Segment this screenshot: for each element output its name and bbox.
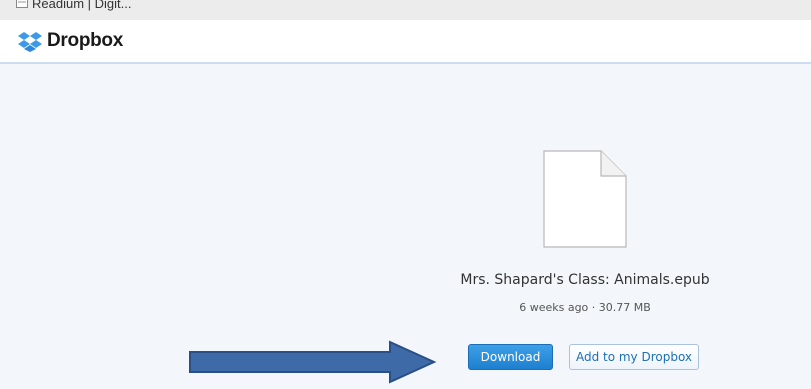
add-to-dropbox-button[interactable]: Add to my Dropbox [569, 344, 699, 370]
bookmark-label: Readium | Digit... [32, 0, 132, 11]
dropbox-logo-icon[interactable] [18, 32, 42, 52]
file-name: Mrs. Shapard's Class: Animals.epub [460, 272, 710, 288]
bookmarks-bar: Readium | Digit... [0, 0, 811, 21]
bookmark-page-icon [16, 0, 28, 8]
pointer-arrow-icon [189, 340, 437, 384]
bookmark-readium[interactable]: Readium | Digit... [16, 0, 131, 13]
download-button[interactable]: Download [468, 344, 553, 370]
document-file-icon [543, 150, 627, 248]
file-meta: 6 weeks ago · 30.77 MB [519, 301, 651, 314]
dropbox-header: Dropbox [0, 20, 811, 64]
dropbox-logo-text[interactable]: Dropbox [47, 30, 123, 52]
